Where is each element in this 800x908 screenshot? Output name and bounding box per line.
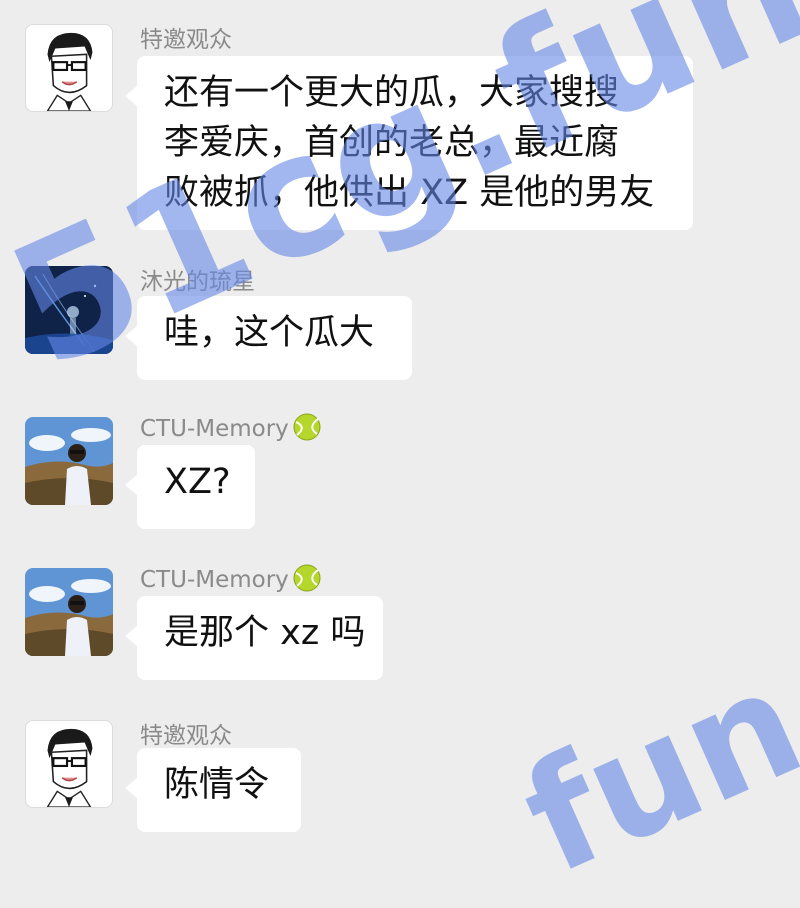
chat-window: 特邀观众 还有一个更大的瓜，大家搜搜 李爱庆，首创的老总，最近腐 败被抓，他供出… — [0, 0, 800, 856]
tennis-ball-icon — [293, 564, 321, 592]
message-text-line: 哇，这个瓜大 — [164, 313, 375, 353]
man-landscape-avatar[interactable] — [25, 568, 113, 656]
message-bubble[interactable]: 陈情令 — [125, 748, 301, 832]
sender-name-text: CTU-Memory — [140, 416, 289, 442]
cartoon-man-icon — [46, 32, 93, 111]
message-bubble[interactable]: 哇，这个瓜大 — [125, 296, 412, 380]
man-landscape-icon — [25, 417, 113, 505]
message-text-line: XZ? — [164, 462, 231, 502]
message-bubble[interactable]: 还有一个更大的瓜，大家搜搜 李爱庆，首创的老总，最近腐 败被抓，他供出 XZ 是… — [125, 56, 693, 230]
sender-name: 特邀观众 — [140, 27, 232, 53]
night-scene-icon — [25, 266, 113, 354]
night-scene-avatar[interactable] — [25, 266, 113, 354]
cartoon-man-icon — [46, 728, 93, 807]
sender-name: 特邀观众 — [140, 723, 232, 749]
sender-name: 沐光的琉星 — [140, 269, 255, 295]
man-landscape-avatar[interactable] — [25, 417, 113, 505]
cartoon-man-avatar[interactable] — [25, 720, 113, 808]
message-text-line: 还有一个更大的瓜，大家搜搜 — [164, 73, 620, 113]
tennis-ball-icon — [293, 413, 321, 441]
message-bubble[interactable]: XZ? — [125, 445, 255, 529]
sender-name: CTU-Memory — [140, 564, 321, 593]
cartoon-man-avatar[interactable] — [25, 24, 113, 112]
message-text-line: 败被抓，他供出 XZ 是他的男友 — [164, 173, 655, 213]
message-text-line: 李爱庆，首创的老总，最近腐 — [164, 123, 620, 163]
sender-name: CTU-Memory — [140, 413, 321, 442]
sender-name-text: CTU-Memory — [140, 567, 289, 593]
message-bubble[interactable]: 是那个 xz 吗 — [125, 596, 383, 680]
message-text-line: 是那个 xz 吗 — [164, 613, 366, 653]
man-landscape-icon — [25, 568, 113, 656]
message-text-line: 陈情令 — [164, 765, 270, 805]
